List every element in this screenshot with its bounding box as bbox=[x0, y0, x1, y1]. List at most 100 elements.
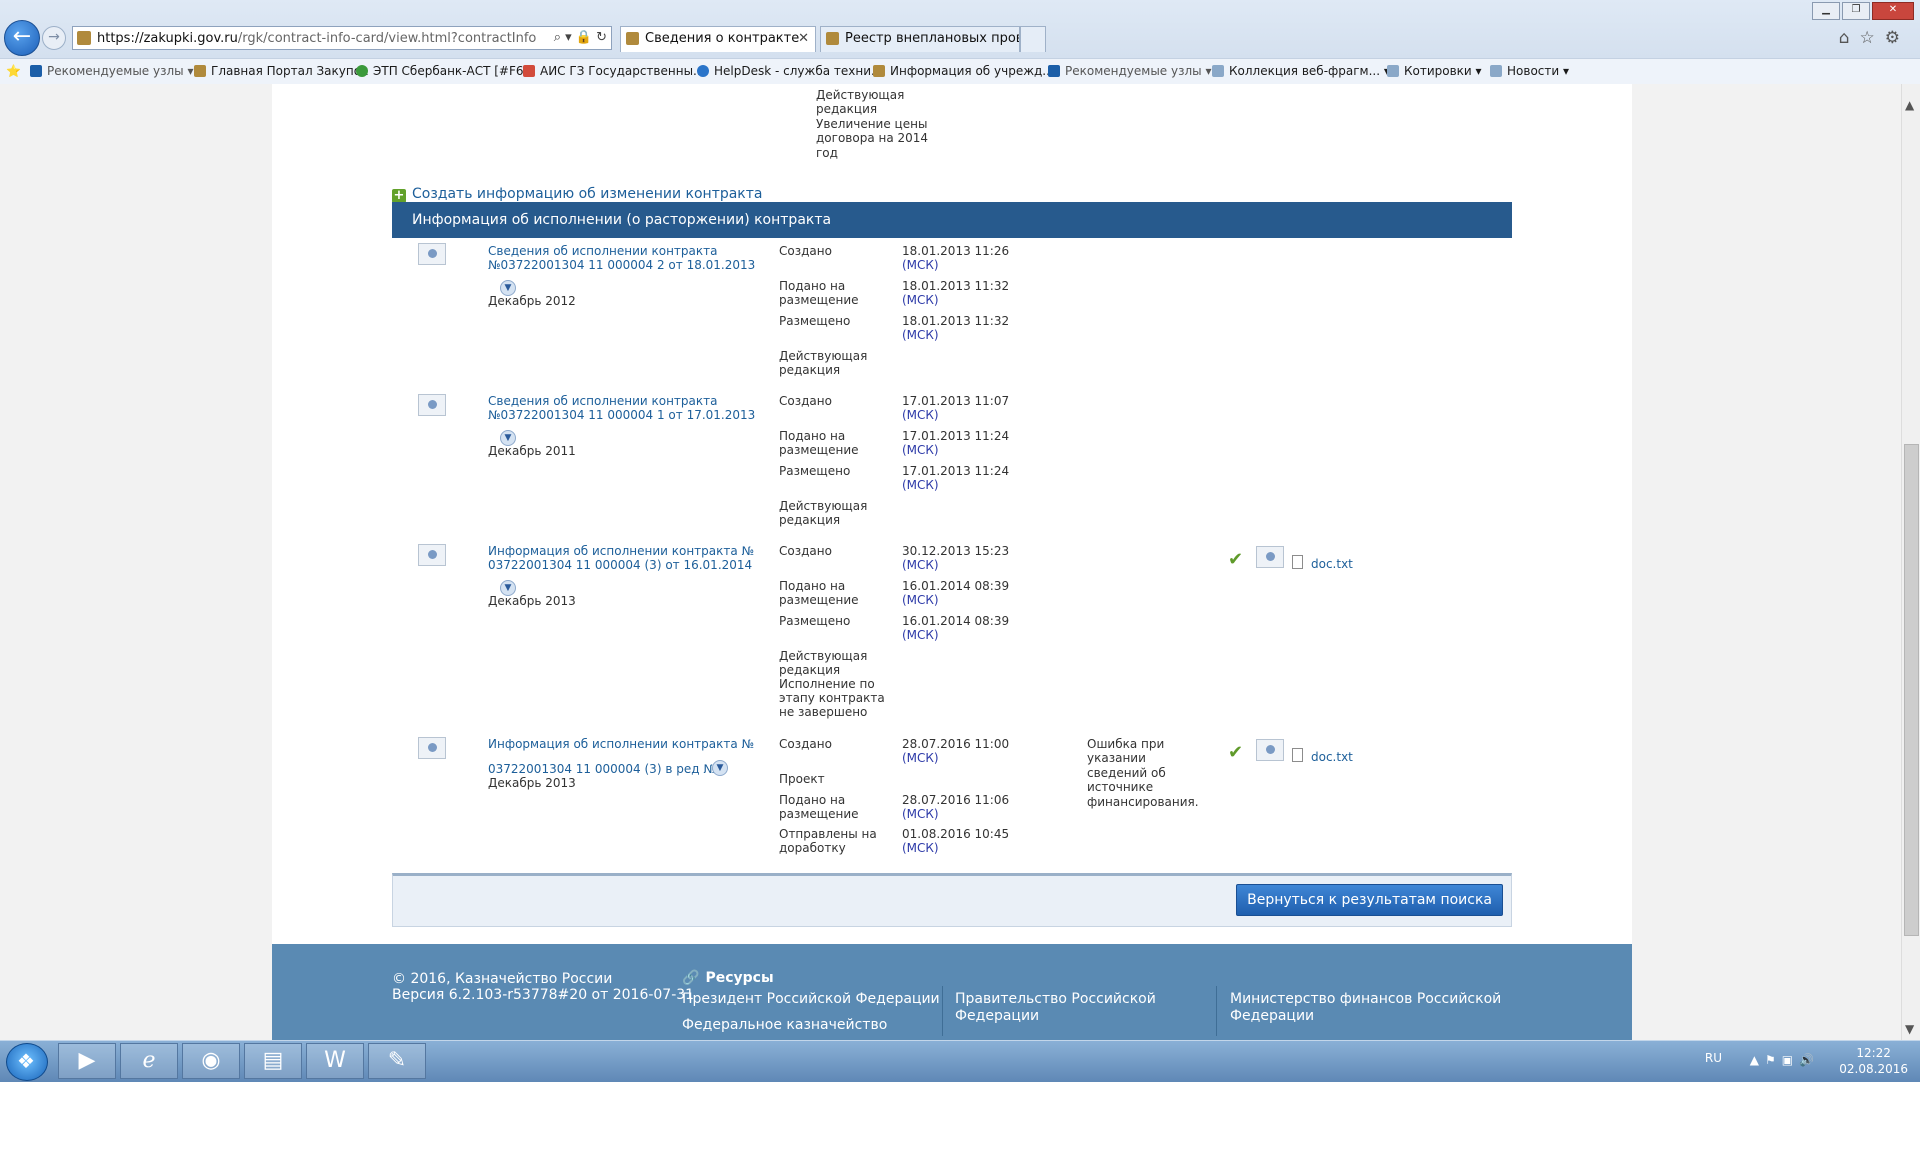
emblem-icon bbox=[194, 65, 206, 77]
paint-icon[interactable]: ✎ bbox=[368, 1043, 426, 1079]
webslice-icon bbox=[1387, 65, 1399, 77]
address-tools[interactable]: ⌕ ▾ 🔒 ↻ bbox=[554, 30, 607, 45]
event-date: 30.12.2013 15:23 bbox=[902, 544, 1010, 558]
fav-item[interactable]: HelpDesk - служба техни... bbox=[697, 64, 882, 78]
forward-button[interactable]: → bbox=[42, 26, 66, 50]
tab-favicon-icon bbox=[626, 32, 639, 45]
signature-icon[interactable] bbox=[418, 394, 446, 416]
record-link[interactable]: Информация об исполнении контракта № bbox=[488, 737, 754, 751]
event-label: Проект bbox=[779, 772, 825, 786]
status-line: Увеличение цены bbox=[816, 117, 928, 131]
footer-link[interactable]: Министерство финансов Российской bbox=[1230, 991, 1501, 1007]
record-period: Декабрь 2011 bbox=[488, 444, 576, 458]
tab-close-icon[interactable]: ✕ bbox=[798, 27, 809, 51]
status-line: этапу контракта bbox=[779, 691, 885, 705]
language-indicator[interactable]: RU bbox=[1705, 1051, 1722, 1065]
minimize-button[interactable]: ▁ bbox=[1812, 2, 1840, 20]
fav-item[interactable]: АИС ГЗ Государственны... bbox=[523, 64, 704, 78]
webslice-icon bbox=[1490, 65, 1502, 77]
volume-icon[interactable]: 🔊 bbox=[1799, 1053, 1820, 1067]
word-icon[interactable]: W bbox=[306, 1043, 364, 1079]
tab-unplanned-inspections[interactable]: Реестр внеплановых проверок bbox=[820, 26, 1020, 52]
event-label: Действующая bbox=[779, 349, 868, 363]
status-line: редакция bbox=[816, 102, 878, 116]
settings-gear-icon[interactable]: ⚙ bbox=[1885, 28, 1910, 48]
file-link[interactable]: doc.txt bbox=[1311, 750, 1353, 764]
record-link[interactable]: Сведения об исполнении контракта bbox=[488, 394, 717, 408]
internet-explorer-icon[interactable]: ℯ bbox=[120, 1043, 178, 1079]
signature-icon[interactable] bbox=[418, 243, 446, 265]
clock-date: 02.08.2016 bbox=[1839, 1062, 1908, 1076]
clock[interactable]: 12:22 02.08.2016 bbox=[1839, 1045, 1908, 1077]
event-date: 28.07.2016 11:00 bbox=[902, 737, 1010, 751]
network-icon[interactable]: ▣ bbox=[1782, 1053, 1799, 1067]
maximize-button[interactable]: ❐ bbox=[1842, 2, 1870, 20]
home-icon[interactable]: ⌂ bbox=[1839, 28, 1860, 48]
record-link[interactable]: 03722001304 11 000004 (3) в ред №2 bbox=[488, 762, 723, 776]
event-timezone: (МСК) bbox=[902, 328, 939, 342]
scrollbar-thumb[interactable] bbox=[1904, 444, 1919, 936]
favorites-star-icon[interactable]: ⭐ bbox=[6, 64, 21, 78]
fav-item[interactable]: Коллекция веб-фрагм... ▾ bbox=[1212, 64, 1390, 78]
file-link[interactable]: doc.txt bbox=[1311, 557, 1353, 571]
fav-item[interactable]: Котировки ▾ bbox=[1387, 64, 1482, 78]
scroll-down-icon[interactable]: ▼ bbox=[1905, 1022, 1914, 1036]
event-label: Размещено bbox=[779, 464, 851, 478]
fav-item[interactable]: Информация об учрежд... bbox=[873, 64, 1054, 78]
show-hidden-icons-icon[interactable]: ▲ bbox=[1750, 1053, 1765, 1067]
webslice-icon bbox=[1212, 65, 1224, 77]
event-timezone: (МСК) bbox=[902, 558, 939, 572]
event-date: 18.01.2013 11:26 bbox=[902, 244, 1010, 258]
event-label: редакция bbox=[779, 513, 841, 527]
bing-icon bbox=[1048, 65, 1060, 77]
chrome-icon[interactable]: ◉ bbox=[182, 1043, 240, 1079]
media-player-icon[interactable]: ▶ bbox=[58, 1043, 116, 1079]
back-to-results-button[interactable]: Вернуться к результатам поиска bbox=[1236, 884, 1503, 916]
event-timezone: (МСК) bbox=[902, 478, 939, 492]
create-change-link[interactable]: + Создать информацию об изменении контрак… bbox=[392, 186, 763, 203]
start-button[interactable] bbox=[6, 1043, 48, 1081]
fav-item[interactable]: Рекомендуемые узлы ▾ bbox=[30, 64, 193, 78]
expand-chevron-icon[interactable]: ▼ bbox=[712, 760, 728, 776]
action-center-flag-icon[interactable]: ⚑ bbox=[1765, 1053, 1782, 1067]
record-link[interactable]: №03722001304 11 000004 2 от 18.01.2013 bbox=[488, 258, 755, 272]
event-label: Подано на bbox=[779, 279, 846, 293]
event-label: редакция bbox=[779, 363, 841, 377]
footer-link[interactable]: Правительство Российской bbox=[955, 991, 1156, 1007]
tab-contract-info[interactable]: Сведения о контракте ✕ bbox=[620, 26, 816, 52]
favorites-star-icon[interactable]: ☆ bbox=[1860, 28, 1885, 48]
scroll-up-icon[interactable]: ▲ bbox=[1905, 98, 1914, 112]
event-date: 01.08.2016 10:45 bbox=[902, 827, 1010, 841]
address-bar[interactable]: https://zakupki.gov.ru/rgk/contract-info… bbox=[72, 26, 612, 50]
fav-item[interactable]: Рекомендуемые узлы ▾ bbox=[1048, 64, 1211, 78]
event-timezone: (МСК) bbox=[902, 443, 939, 457]
footer-link[interactable]: Президент Российской Федерации bbox=[682, 991, 940, 1007]
signature-icon[interactable] bbox=[418, 737, 446, 759]
link-chain-icon: 🔗 bbox=[682, 970, 700, 986]
footer-link[interactable]: Федерации bbox=[955, 1008, 1039, 1024]
event-date: 18.01.2013 11:32 bbox=[902, 314, 1010, 328]
fav-item[interactable]: ЭТП Сбербанк-АСТ [#F6] bbox=[356, 64, 528, 78]
new-tab-button[interactable] bbox=[1020, 26, 1046, 52]
file-explorer-icon[interactable]: ▤ bbox=[244, 1043, 302, 1079]
signature-icon[interactable] bbox=[418, 544, 446, 566]
record-link[interactable]: Сведения об исполнении контракта bbox=[488, 244, 717, 258]
record-link[interactable]: 03722001304 11 000004 (3) от 16.01.2014 bbox=[488, 558, 752, 572]
event-label: размещение bbox=[779, 807, 859, 821]
back-button[interactable]: ← bbox=[4, 20, 40, 56]
footer-link[interactable]: Федерации bbox=[1230, 1008, 1314, 1024]
checkmark-icon: ✔ bbox=[1228, 742, 1244, 763]
close-window-button[interactable]: ✕ bbox=[1872, 2, 1914, 20]
signature-icon[interactable] bbox=[1256, 546, 1284, 568]
vertical-scrollbar[interactable]: ▲ ▼ bbox=[1901, 84, 1920, 1040]
signature-icon[interactable] bbox=[1256, 739, 1284, 761]
fav-item[interactable]: Главная Портал Закупок bbox=[194, 64, 368, 78]
resources-title: 🔗 Ресурсы bbox=[682, 970, 774, 986]
file-icon bbox=[1292, 748, 1303, 762]
event-date: 16.01.2014 08:39 bbox=[902, 579, 1010, 593]
record-link[interactable]: №03722001304 11 000004 1 от 17.01.2013 bbox=[488, 408, 755, 422]
fav-item[interactable]: Новости ▾ bbox=[1490, 64, 1569, 78]
footer-link[interactable]: Федеральное казначейство bbox=[682, 1017, 887, 1033]
record-link[interactable]: Информация об исполнении контракта № bbox=[488, 544, 754, 558]
event-timezone: (МСК) bbox=[902, 258, 939, 272]
